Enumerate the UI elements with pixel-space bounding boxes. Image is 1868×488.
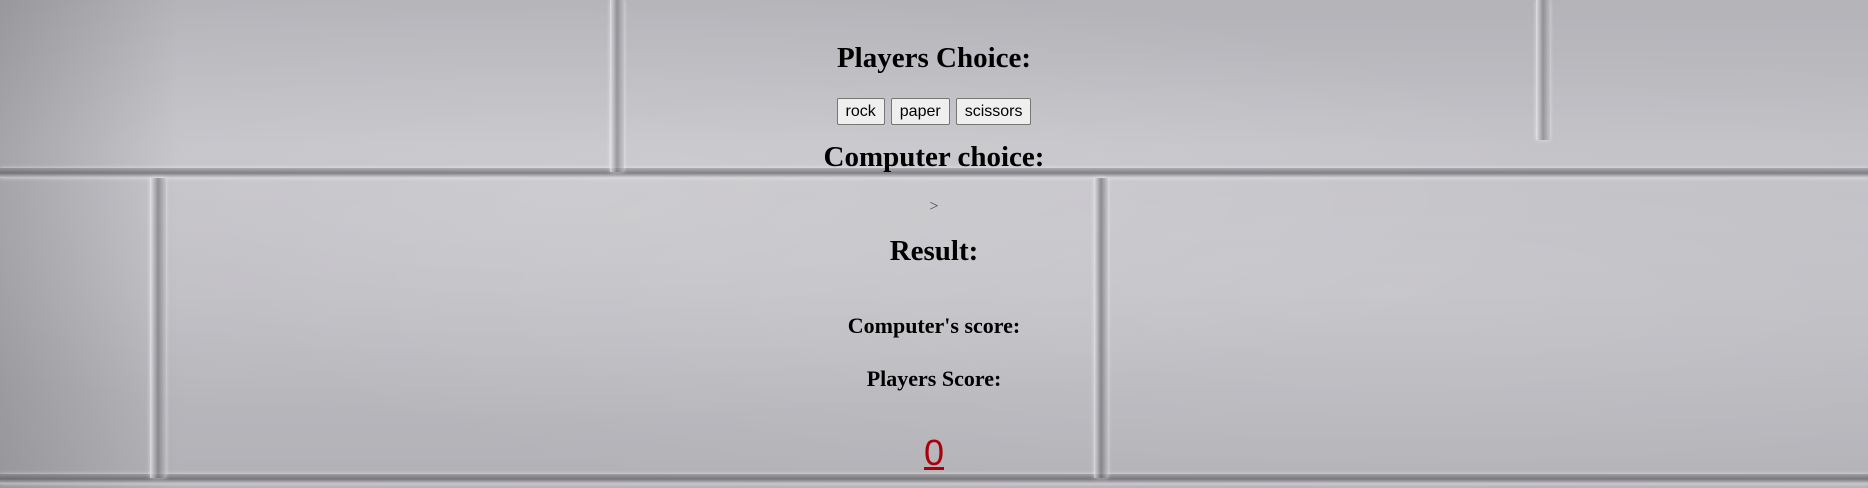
scissors-button[interactable]: scissors [955, 98, 1032, 125]
players-choice-heading: Players Choice: [836, 42, 1032, 74]
result-heading: Result: [889, 235, 979, 267]
choice-buttons: rock paper scissors [0, 98, 1868, 126]
computer-choice-output: > [929, 198, 939, 215]
rock-button[interactable]: rock [836, 98, 885, 125]
mortar-line [0, 474, 1868, 484]
bottom-link[interactable]: 0 [924, 432, 944, 474]
game-panel: Players Choice: rock paper scissors Comp… [0, 0, 1868, 474]
paper-button[interactable]: paper [890, 98, 950, 125]
player-score-label: Players Score: [866, 366, 1002, 391]
computer-score-label: Computer's score: [847, 313, 1021, 338]
computer-choice-heading: Computer choice: [823, 141, 1045, 173]
